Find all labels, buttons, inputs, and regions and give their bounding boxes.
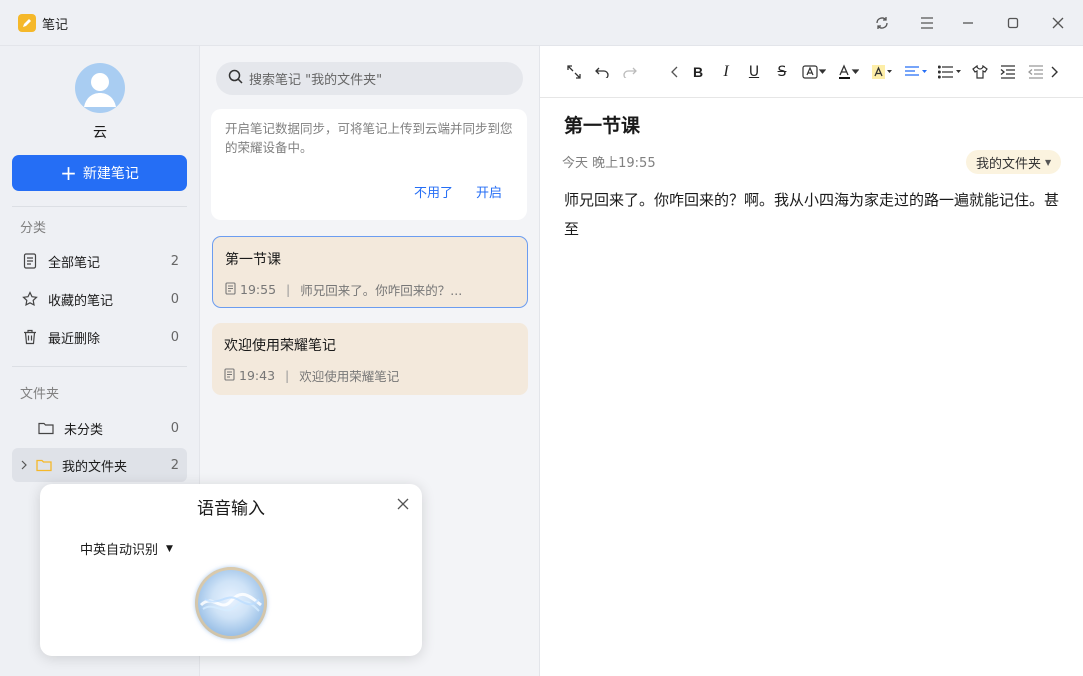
search-icon — [228, 69, 243, 88]
note-count: 0 — [170, 291, 179, 307]
list-icon[interactable] — [938, 61, 962, 83]
menu-icon[interactable] — [914, 10, 940, 36]
sidebar-item-recently-deleted[interactable]: 最近删除 0 — [12, 320, 187, 354]
note-title: 第一节课 — [225, 252, 281, 268]
caret-down-icon: ▼ — [1045, 157, 1052, 167]
folder-icon — [38, 420, 54, 436]
scroll-left-icon[interactable] — [669, 61, 681, 83]
note-list-item[interactable]: 第一节课 19:55 | 师兄回来了。你咋回来的？... — [212, 236, 528, 308]
note-count: 0 — [170, 420, 179, 436]
avatar[interactable] — [75, 63, 125, 113]
scroll-right-icon[interactable] — [1048, 61, 1060, 83]
highlight-icon[interactable] — [871, 61, 893, 83]
voice-orb-icon[interactable] — [195, 567, 267, 639]
note-preview: 欢迎使用荣耀笔记 — [299, 369, 400, 384]
sidebar-item-uncategorized[interactable]: 未分类 0 — [12, 411, 187, 445]
folders-label: 文件夹 — [20, 387, 60, 402]
folder-selector[interactable]: 我的文件夹 ▼ — [966, 150, 1062, 174]
sidebar-item-my-folder[interactable]: 我的文件夹 2 — [12, 448, 187, 482]
title-bar: 笔记 — [0, 0, 1083, 46]
note-doc-icon — [224, 367, 235, 384]
underline-icon[interactable]: U — [746, 61, 762, 83]
categories-label: 分类 — [20, 221, 47, 236]
sync-decline-button[interactable]: 不用了 — [414, 182, 453, 201]
sidebar-item-favorites[interactable]: 收藏的笔记 0 — [12, 282, 187, 316]
new-note-button[interactable]: + 新建笔记 — [12, 155, 187, 191]
sidebar-item-label: 全部笔记 — [48, 255, 101, 271]
maximize-button[interactable] — [1000, 10, 1026, 36]
close-button[interactable] — [1045, 10, 1071, 36]
folder-icon — [36, 457, 52, 473]
note-preview: 师兄回来了。你咋回来的？... — [300, 283, 463, 298]
trash-icon — [22, 329, 38, 345]
note-title-field[interactable]: 第一节课 — [564, 111, 640, 138]
sidebar-item-label: 最近删除 — [48, 331, 101, 347]
app-title: 笔记 — [42, 18, 69, 33]
note-meta: 19:55 | 师兄回来了。你咋回来的？... — [225, 280, 462, 299]
voice-input-title: 语音输入 — [197, 499, 265, 519]
italic-icon[interactable]: I — [718, 61, 734, 83]
sidebar-item-all-notes[interactable]: 全部笔记 2 — [12, 244, 187, 278]
note-count: 2 — [170, 253, 179, 269]
new-note-label: 新建笔记 — [82, 166, 139, 182]
note-timestamp: 今天 晚上19:55 — [562, 156, 656, 171]
note-time: 19:55 — [240, 282, 277, 297]
shirt-icon[interactable] — [972, 61, 988, 83]
plus-icon: + — [60, 161, 77, 185]
note-count: 2 — [170, 457, 179, 473]
sync-prompt-text: 开启笔记数据同步，可将笔记上传到云端并同步到您的荣耀设备中。 — [225, 121, 513, 155]
voice-input-dialog: 语音输入 中英自动识别 ▼ — [40, 484, 422, 656]
sidebar-item-label: 收藏的笔记 — [48, 293, 114, 309]
document-icon — [22, 253, 38, 269]
sync-enable-button[interactable]: 开启 — [476, 182, 502, 201]
align-icon[interactable] — [904, 61, 928, 83]
divider — [12, 206, 187, 207]
note-list-item[interactable]: 欢迎使用荣耀笔记 19:43 | 欢迎使用荣耀笔记 — [212, 323, 528, 395]
note-meta: 19:43 | 欢迎使用荣耀笔记 — [224, 366, 399, 385]
format-toolbar: B I U S — [540, 46, 1083, 98]
expand-icon[interactable] — [566, 61, 582, 83]
sidebar-item-label: 我的文件夹 — [62, 459, 128, 475]
note-title: 欢迎使用荣耀笔记 — [224, 338, 336, 354]
note-count: 0 — [170, 329, 179, 345]
user-name: 云 — [93, 125, 107, 141]
caret-down-icon: ▼ — [166, 543, 173, 554]
note-time: 19:43 — [239, 368, 276, 383]
search-placeholder: 搜索笔记 "我的文件夹" — [249, 73, 383, 88]
close-icon[interactable] — [394, 495, 412, 513]
folder-selector-label: 我的文件夹 — [976, 156, 1042, 172]
sidebar-item-label: 未分类 — [64, 422, 104, 438]
indent-icon[interactable] — [1000, 61, 1016, 83]
outdent-icon[interactable] — [1028, 61, 1044, 83]
notes-app-icon — [18, 14, 36, 32]
chevron-right-icon[interactable] — [20, 460, 30, 470]
meta-separator-icon: | — [286, 282, 291, 297]
note-body-field[interactable]: 师兄回来了。你咋回来的？啊。我从小四海为家走过的路一遍就能记住。甚至 — [564, 186, 1064, 244]
minimize-button[interactable] — [955, 10, 981, 36]
language-label: 中英自动识别 — [80, 543, 159, 558]
star-icon — [22, 291, 38, 307]
strikethrough-icon[interactable]: S — [774, 61, 790, 83]
language-selector[interactable]: 中英自动识别 ▼ — [80, 539, 173, 558]
bold-icon[interactable]: B — [690, 61, 706, 83]
note-editor: B I U S 第一节课 今天 晚上19:55 我的文件夹 ▼ 师兄回来了。你咋… — [540, 46, 1083, 676]
font-color-icon[interactable] — [837, 61, 859, 83]
redo-icon[interactable] — [622, 61, 638, 83]
text-style-icon[interactable] — [802, 61, 826, 83]
undo-icon[interactable] — [594, 61, 610, 83]
sync-prompt-card: 开启笔记数据同步，可将笔记上传到云端并同步到您的荣耀设备中。 不用了 开启 — [211, 109, 527, 220]
sync-icon[interactable] — [869, 10, 895, 36]
note-doc-icon — [225, 281, 236, 298]
meta-separator-icon: | — [285, 368, 290, 383]
search-input[interactable]: 搜索笔记 "我的文件夹" — [216, 62, 523, 95]
divider — [12, 366, 187, 367]
